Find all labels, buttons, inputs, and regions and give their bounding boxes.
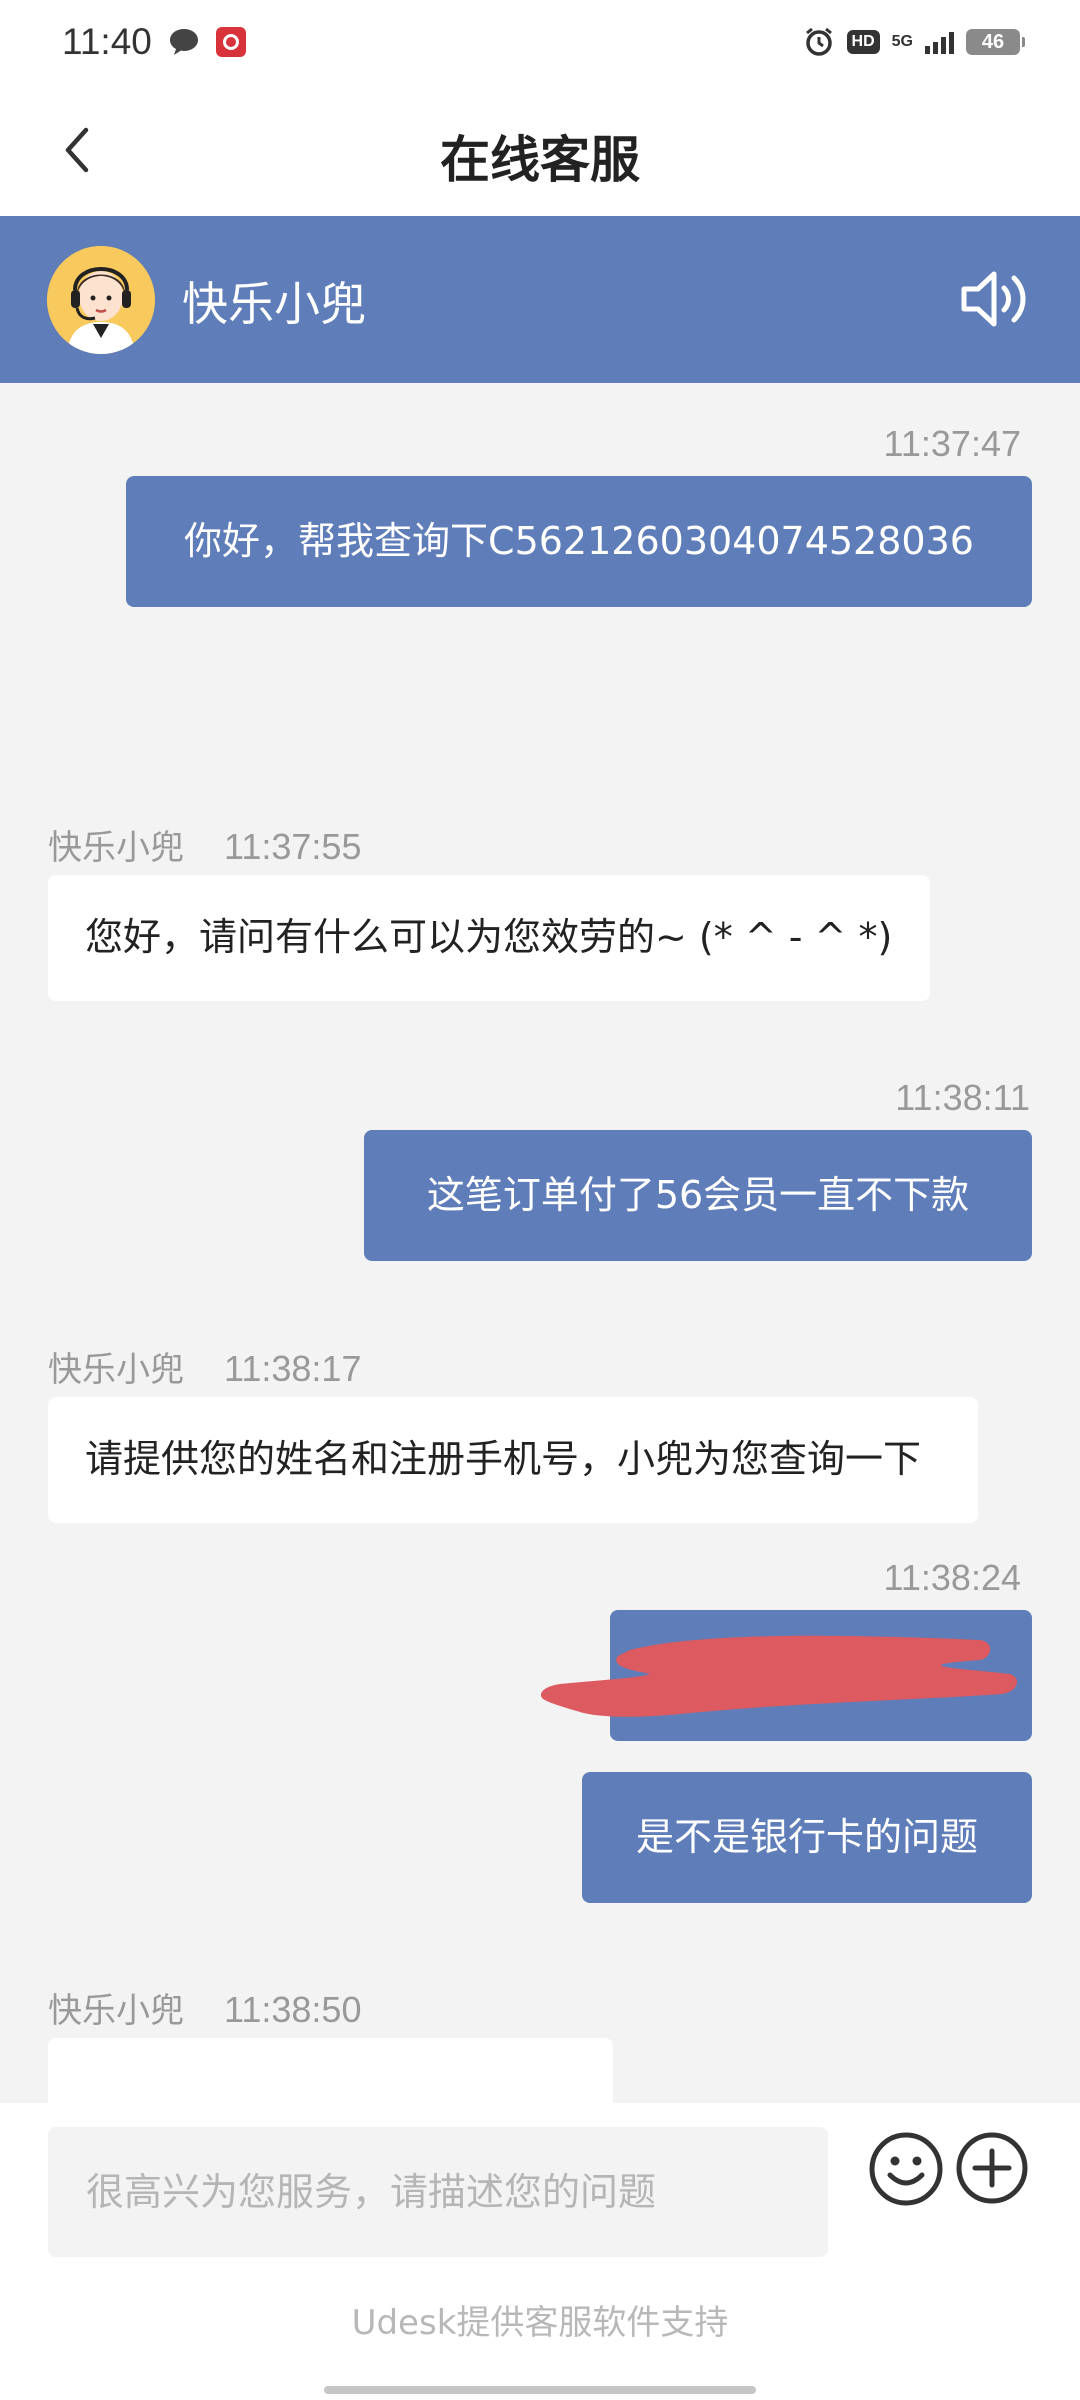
message-timestamp: 11:38:17	[224, 1348, 362, 1389]
sender-line: 快乐小兜 11:38:17	[48, 1342, 361, 1391]
sender-line: 快乐小兜 11:38:50	[48, 1983, 361, 2032]
network-type: 5G	[891, 33, 913, 50]
outgoing-message-bubble[interactable]: 这笔订单付了56会员一直不下款	[364, 1130, 1032, 1261]
input-bar: Udesk提供客服软件支持	[0, 2103, 1080, 2400]
sender-line: 快乐小兜 11:37:55	[48, 820, 361, 869]
message-notification-icon	[169, 29, 198, 55]
agent-avatar-icon	[47, 246, 155, 354]
message-timestamp: 11:37:55	[224, 826, 362, 867]
add-attachment-icon[interactable]	[955, 2131, 1029, 2205]
status-right: HD 5G 46	[803, 26, 1025, 58]
status-time: 11:40	[62, 21, 152, 62]
agent-header: 快乐小兜	[0, 216, 1080, 383]
message-timestamp: 11:38:11	[895, 1077, 1030, 1118]
message-text: 这笔订单付了56会员一直不下款	[426, 1172, 970, 1217]
alarm-icon	[805, 27, 832, 56]
agent-avatar	[47, 246, 155, 354]
message-text: 是不是银行卡的问题	[635, 1814, 978, 1859]
signal-icon	[925, 30, 954, 54]
page-title: 在线客服	[440, 131, 640, 189]
status-bar: 11:40 HD 5G 46	[0, 0, 1080, 84]
agent-name: 快乐小兜	[182, 277, 366, 331]
redaction-scribble	[540, 1635, 1017, 1717]
emoji-icon[interactable]	[868, 2131, 944, 2207]
sender-name: 快乐小兜	[48, 828, 184, 868]
sender-name: 快乐小兜	[48, 1991, 184, 2031]
chat-area[interactable]: 11:37:47 你好，帮我查询下C5621260304074528036 快乐…	[0, 383, 1080, 2103]
message-input[interactable]	[48, 2127, 828, 2257]
outgoing-message-bubble[interactable]: 是不是银行卡的问题	[582, 1772, 1032, 1903]
message-text: 请提供您的姓名和注册手机号，小兜为您查询一下	[85, 1437, 922, 1482]
message-text: 您好，请问有什么可以为您效劳的~ (* ^ - ^ *)	[85, 915, 893, 960]
message-timestamp: 11:38:50	[224, 1989, 362, 2030]
battery-level: 46	[981, 31, 1005, 53]
message-timestamp: 11:37:47	[883, 423, 1021, 464]
incoming-message-bubble[interactable]	[48, 2038, 613, 2103]
battery-icon: 46	[966, 29, 1025, 55]
outgoing-message-bubble[interactable]: 你好，帮我查询下C5621260304074528036	[126, 476, 1032, 607]
message-timestamp: 11:38:24	[883, 1557, 1021, 1598]
message-text: 你好，帮我查询下C5621260304074528036	[184, 518, 974, 563]
incoming-message-bubble[interactable]: 请提供您的姓名和注册手机号，小兜为您查询一下	[48, 1397, 978, 1523]
powered-by-text: Udesk提供客服软件支持	[351, 2303, 729, 2343]
app-notification-icon	[215, 27, 246, 57]
nav-bar: 在线客服	[0, 84, 1080, 216]
home-indicator[interactable]	[324, 2386, 756, 2394]
status-left: 11:40	[62, 21, 246, 63]
hd-badge: HD	[846, 30, 880, 54]
sender-name: 快乐小兜	[48, 1350, 184, 1390]
outgoing-message-bubble-redacted[interactable]	[540, 1610, 1032, 1741]
speaker-icon[interactable]	[960, 266, 1032, 332]
incoming-message-bubble[interactable]: 您好，请问有什么可以为您效劳的~ (* ^ - ^ *)	[48, 875, 930, 1001]
